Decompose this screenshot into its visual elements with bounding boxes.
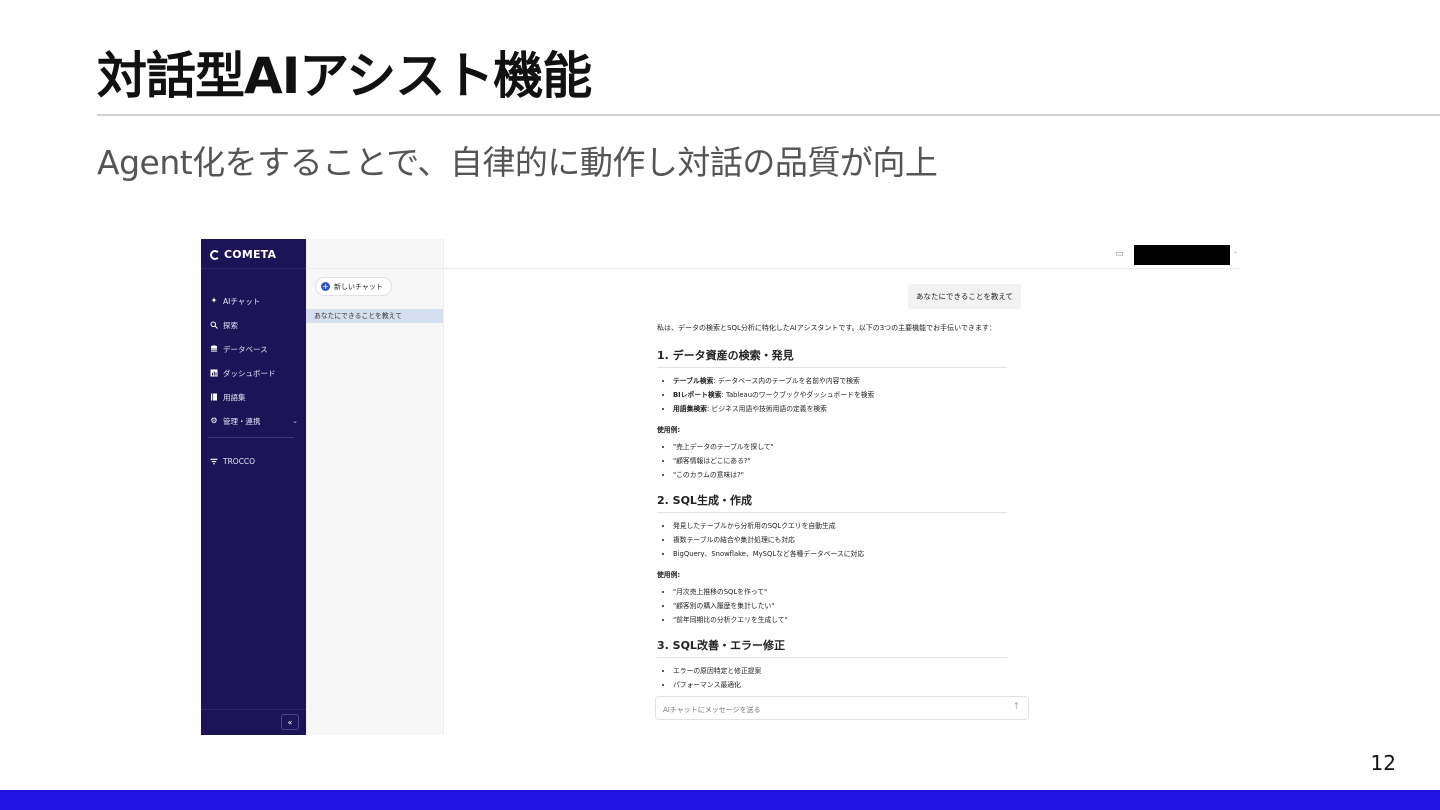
account-selector[interactable] (1134, 245, 1230, 265)
scroll-fade (655, 688, 1035, 696)
new-chat-label: 新しいチャット (334, 282, 383, 291)
panel-icon[interactable]: ▭ (1115, 249, 1124, 259)
sidebar-item-glossary[interactable]: 用語集 (210, 385, 298, 409)
brand-name: COMETA (224, 248, 277, 261)
sidebar-item-trocco[interactable]: TROCCO (210, 457, 255, 466)
page-number: 12 (1370, 751, 1396, 775)
sidebar-item-label: データベース (223, 344, 268, 354)
chat-history-panel: + 新しいチャット あなたにできることを教えて (306, 239, 444, 735)
brand-logo[interactable]: COMETA (210, 248, 276, 261)
chat-input[interactable]: ↑ (655, 696, 1029, 721)
list-item: エラーの原因特定と修正提案 (673, 664, 1007, 678)
chevron-down-icon[interactable]: ⌄ (1233, 248, 1238, 255)
trocco-logo-icon (210, 458, 218, 466)
sparkle-icon: ✦ (210, 296, 218, 305)
user-message: あなたにできることを教えて (908, 284, 1021, 309)
usage-label: 使用例: (657, 426, 681, 434)
history-item-selected[interactable]: あなたにできることを教えて (306, 309, 443, 323)
divider (201, 709, 306, 710)
sidebar-item-ai-chat[interactable]: ✦ AIチャット (210, 289, 298, 313)
trocco-label: TROCCO (223, 457, 256, 466)
list-item: 発見したテーブルから分析用のSQLクエリを自動生成 (673, 519, 1007, 533)
dashboard-icon (210, 369, 218, 377)
list-item: "顧客別の購入履歴を集計したい" (673, 599, 1007, 613)
answer-intro: 私は、データの検索とSQL分析に特化したAIアシスタントです。以下の3つの主要機… (657, 324, 996, 332)
glossary-icon (210, 393, 218, 401)
section-heading: 1. データ資産の検索・発見 (657, 347, 1007, 368)
sidebar-item-label: 管理・連携 (223, 416, 261, 426)
new-chat-button[interactable]: + 新しいチャット (315, 277, 392, 296)
list-item: "このカラムの意味は?" (673, 468, 1007, 482)
gear-icon: ⚙ (210, 416, 218, 425)
list-item: "顧客情報はどこにある?" (673, 454, 1007, 468)
chevron-down-icon: ⌄ (292, 417, 298, 425)
feature-list: 発見したテーブルから分析用のSQLクエリを自動生成 複数テーブルの結合や集計処理… (657, 519, 1007, 561)
send-arrow-icon[interactable]: ↑ (1012, 702, 1020, 712)
list-item: "売上データのテーブルを探して" (673, 440, 1007, 454)
sidebar-item-label: AIチャット (223, 296, 261, 306)
sidebar-item-database[interactable]: データベース (210, 337, 298, 361)
feature-list: テーブル検索: データベース内のテーブルを名前や内容で検索 BIレポート検索: … (657, 374, 1007, 416)
sidebar-nav: ✦ AIチャット 探索 データベース ダッシュボード 用語集 ⚙ 管理・連携 ⌄ (210, 289, 298, 433)
section-heading: 3. SQL改善・エラー修正 (657, 637, 1007, 658)
chat-main: ▭ ⌄ あなたにできることを教えて 私は、データの検索とSQL分析に特化したAI… (444, 239, 1241, 735)
database-icon (210, 345, 218, 353)
search-icon (210, 321, 218, 329)
list-item: "前年同期比の分析クエリを生成して" (673, 613, 1007, 627)
usage-label: 使用例: (657, 571, 681, 579)
list-item: 用語集検索: ビジネス用語や技術用語の定義を検索 (673, 402, 1007, 416)
divider (201, 268, 306, 269)
sidebar-item-admin[interactable]: ⚙ 管理・連携 ⌄ (210, 409, 298, 433)
sidebar-item-label: 用語集 (223, 392, 246, 402)
section-heading: 2. SQL生成・作成 (657, 492, 1007, 513)
divider (444, 268, 1241, 269)
sidebar-item-label: 探索 (223, 320, 238, 330)
list-item: テーブル検索: データベース内のテーブルを名前や内容で検索 (673, 374, 1007, 388)
slide-title: 対話型AIアシスト機能 (97, 47, 592, 105)
message-input[interactable] (656, 699, 996, 721)
app-screenshot: COMETA ✦ AIチャット 探索 データベース ダッシュボード 用語集 ⚙ … (201, 239, 1241, 735)
example-list: "売上データのテーブルを探して" "顧客情報はどこにある?" "このカラムの意味… (657, 440, 1007, 482)
example-list: "月次売上推移のSQLを作って" "顧客別の購入履歴を集計したい" "前年同期比… (657, 585, 1007, 627)
double-chevron-left-icon: « (287, 717, 293, 727)
list-item: 複数テーブルの結合や集計処理にも対応 (673, 533, 1007, 547)
list-item: "月次売上推移のSQLを作って" (673, 585, 1007, 599)
list-item: BIレポート検索: Tableauのワークブックやダッシュボードを検索 (673, 388, 1007, 402)
collapse-sidebar-button[interactable]: « (281, 714, 299, 730)
list-item: BigQuery、Snowflake、MySQLなど各種データベースに対応 (673, 547, 1007, 561)
slide-subtitle: Agent化をすることで、自律的に動作し対話の品質が向上 (97, 143, 938, 182)
sidebar-item-dashboard[interactable]: ダッシュボード (210, 361, 298, 385)
sidebar: COMETA ✦ AIチャット 探索 データベース ダッシュボード 用語集 ⚙ … (201, 239, 306, 735)
sidebar-item-label: ダッシュボード (223, 368, 276, 378)
sidebar-item-explore[interactable]: 探索 (210, 313, 298, 337)
divider (208, 437, 294, 438)
title-divider (97, 114, 1440, 116)
cometa-logo-icon (210, 249, 220, 260)
footer-accent-bar (0, 790, 1440, 810)
assistant-answer: 私は、データの検索とSQL分析に特化したAIアシスタントです。以下の3つの主要機… (657, 323, 1007, 692)
divider (306, 268, 444, 269)
plus-circle-icon: + (321, 282, 330, 291)
